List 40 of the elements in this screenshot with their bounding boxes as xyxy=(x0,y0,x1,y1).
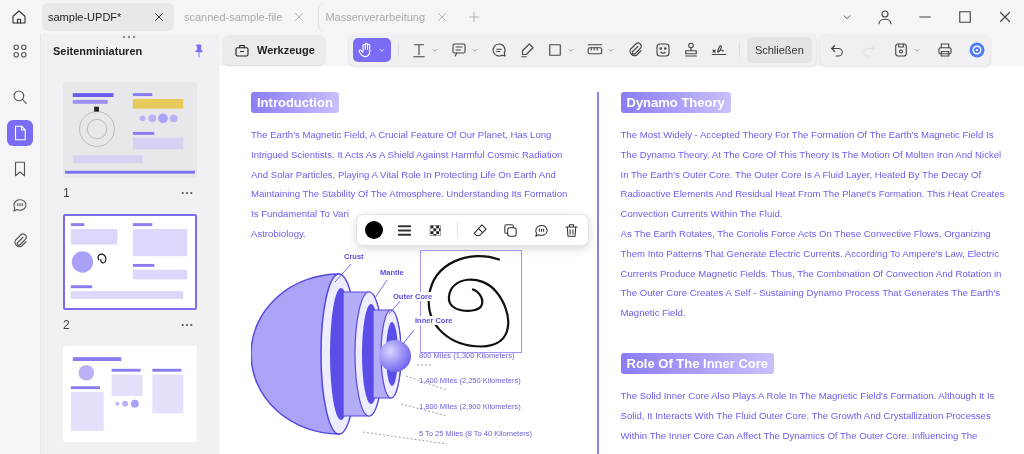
text-line: Intrigued Scientists. It Acts As A Shield Against Harmful Cosmic Radiation xyxy=(251,147,563,162)
sticker-icon xyxy=(653,41,672,59)
speech-bubble-icon xyxy=(11,196,29,214)
tools-button[interactable]: Werkzeuge xyxy=(223,35,325,65)
user-icon[interactable] xyxy=(876,8,894,26)
trash-icon[interactable] xyxy=(562,221,580,239)
paragraph: The Solid Inner Core Also Plays A Role In The Magnetic Field's Formation. Although It Is Solid, It Interacts With The Fluid Outer Core. The Growth And Crystallization Processes Within The Inner Core Can Affect The Dynamics Of The Outer Core. Influencing The xyxy=(620,388,996,443)
page-number: 1 xyxy=(63,186,70,200)
text-line: Is Fundamental To Vari xyxy=(251,207,349,222)
leader-line xyxy=(416,364,432,366)
text-line: Maintaining The Stability Of The Atmosphere. Understanding Its Formation xyxy=(251,187,568,202)
text-line: And Solar Particles, Playing A Vital Role In Protecting Life On Earth And xyxy=(251,167,556,182)
text-line: The Earth's Magnetic Field, A Crucial Feature Of Our Planet, Has Long xyxy=(251,128,552,142)
copy-icon[interactable] xyxy=(502,221,520,239)
drag-handle-icon[interactable] xyxy=(122,35,136,39)
color-swatch[interactable] xyxy=(365,221,383,239)
panel-title: Seitenminiaturen xyxy=(53,45,143,57)
section-heading: Dynamo Theory xyxy=(620,92,731,113)
search-icon xyxy=(11,88,29,106)
page-thumbnail[interactable] xyxy=(63,82,197,178)
home-icon[interactable] xyxy=(10,8,28,26)
page-number: 2 xyxy=(63,318,70,332)
page-thumbnail[interactable] xyxy=(63,214,197,310)
paragraph: The Most Widely - Accepted Theory For The Formation Of The Earth's Magnetic Field Is The Dynamo Theory. At The Core Of This Theory Is The Motion Of Molten Iron And Nickel In The Earth's Outer Core. The Outer Core Is A Fluid Layer, Heated By The Decay Of Radioactive Elements And Residual Heat From The Planet's Formation. This Heat Creates Convection Currents Within The Fluid. xyxy=(620,128,1006,222)
section-heading: Introduction xyxy=(251,92,339,113)
close-button[interactable]: Schließen xyxy=(746,37,812,63)
eraser-icon[interactable] xyxy=(471,221,489,239)
grid-icon xyxy=(11,42,29,60)
text-line: Astrobiology. xyxy=(251,227,306,241)
maximize-icon[interactable] xyxy=(956,8,974,26)
close-icon[interactable] xyxy=(152,10,166,24)
section-heading: Role Of The Inner Core xyxy=(620,352,775,374)
more-icon[interactable] xyxy=(181,323,193,327)
document-tab[interactable]: sample-UPDF* xyxy=(42,3,174,31)
paragraph: As The Earth Rotates, The Coriolis Force Acts On These Convective Flows, Organizing Them Into Patterns That Generate Electric Currents. According To Ampere's Law, Electric Currents Produce Magnetic Fields. Thus, The Combination Of Convection And Rotation in The Outer Core Creates A Self - Sustaining Dynamo Process That Generates The Earth's Magnetic Field. xyxy=(620,227,1003,321)
page-thumbnail[interactable] xyxy=(63,346,197,442)
note-icon xyxy=(449,41,468,59)
more-icon[interactable] xyxy=(181,191,193,195)
paperclip-icon xyxy=(11,232,29,250)
sidebar-button[interactable] xyxy=(7,120,33,146)
